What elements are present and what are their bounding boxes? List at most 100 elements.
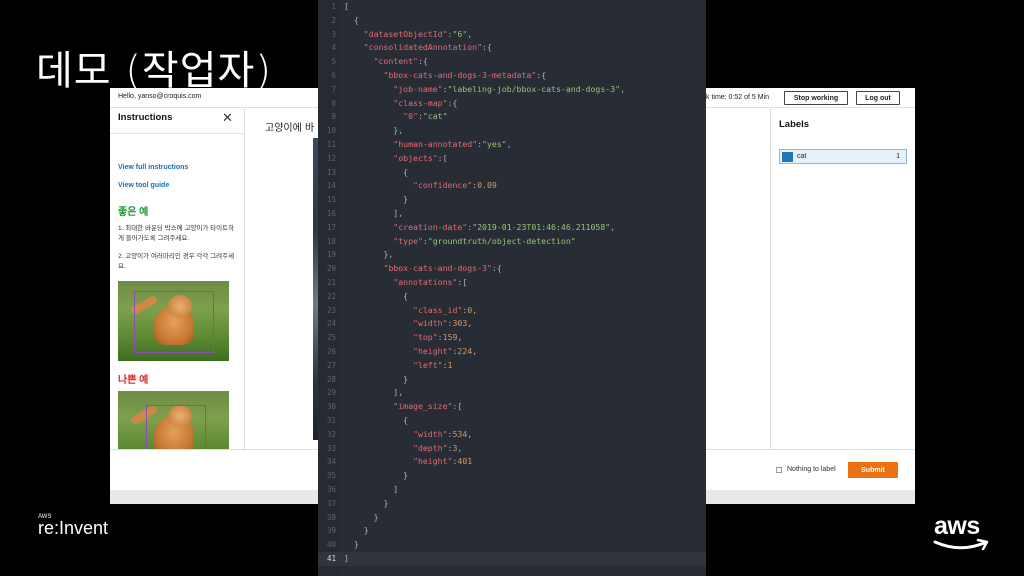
- line-number: 21: [326, 278, 336, 287]
- line-number: 27: [326, 360, 336, 370]
- label-count: 1: [896, 153, 900, 160]
- code-text: "top":159,: [413, 332, 463, 343]
- code-line: 26 "height":224,: [318, 345, 706, 359]
- close-icon[interactable]: ✕: [222, 110, 233, 126]
- nothing-to-label-text: Nothing to label: [787, 466, 836, 473]
- aws-logo-text: aws: [934, 512, 980, 540]
- code-line: 2 {: [318, 14, 706, 28]
- code-text: ],: [393, 208, 404, 218]
- line-number: 23: [326, 305, 336, 315]
- task-time: k time: 0:52 of 5 Min: [706, 94, 770, 101]
- code-text: "annotations":[: [393, 277, 468, 287]
- good-example-heading: 좋은 예: [118, 207, 149, 218]
- line-number: 36: [326, 485, 336, 494]
- aws-smile-icon: [933, 538, 989, 551]
- reinvent-logo: AWS re:Invent: [38, 512, 128, 542]
- code-text: "human-annotated":"yes",: [393, 139, 512, 149]
- code-text: {: [403, 290, 409, 301]
- code-text: "job-name":"labeling-job/bbox-cats-and-d…: [393, 83, 625, 94]
- code-text: }: [363, 525, 369, 536]
- submit-button[interactable]: Submit: [848, 462, 898, 478]
- view-full-instructions-link[interactable]: View full instructions: [118, 164, 188, 171]
- code-text: {: [403, 166, 409, 177]
- line-number: 31: [326, 416, 336, 425]
- bad-example-image: [118, 391, 229, 449]
- line-number: 10: [326, 126, 336, 136]
- label-item-cat[interactable]: cat 1: [779, 149, 907, 164]
- line-number: 8: [331, 98, 336, 108]
- code-line: 16 ],: [318, 207, 706, 221]
- nothing-to-label-checkbox[interactable]: [776, 466, 782, 473]
- code-line: 38 }: [318, 511, 706, 525]
- code-line: 37 }: [318, 497, 706, 511]
- code-line: 18 "type":"groundtruth/object-detection": [318, 235, 706, 249]
- code-line: 27 "left":1: [318, 359, 706, 373]
- bad-example-heading: 나쁜 예: [118, 375, 149, 386]
- log-out-button[interactable]: Log out: [856, 91, 900, 105]
- code-text: "creation-date":"2019-01-23T01:46:46.211…: [393, 221, 616, 232]
- code-text: },: [393, 125, 404, 136]
- code-line: 39 }: [318, 524, 706, 538]
- code-text: "objects":[: [393, 152, 448, 163]
- code-text: {: [353, 14, 359, 25]
- code-text: "image_size":[: [393, 401, 463, 412]
- code-line: 33 "depth":3,: [318, 442, 706, 456]
- line-number: 1: [331, 2, 336, 11]
- code-text: "width":303,: [413, 318, 473, 329]
- labels-panel: Labels cat 1: [770, 109, 915, 449]
- bounding-box: [134, 291, 214, 353]
- code-text: "confidence":0.09: [413, 180, 497, 191]
- line-number: 17: [326, 222, 336, 232]
- aws-logo: aws: [932, 512, 992, 556]
- code-text: [: [344, 1, 349, 11]
- line-number: 28: [326, 374, 336, 384]
- code-text: }: [353, 539, 359, 550]
- bounding-box: [146, 405, 206, 449]
- line-number: 30: [326, 402, 336, 412]
- line-number: 38: [326, 512, 336, 522]
- line-number: 3: [331, 29, 336, 39]
- code-line: 20 "bbox-cats-and-dogs-3":{: [318, 262, 706, 276]
- line-number: 11: [326, 140, 336, 149]
- code-line: 6 "bbox-cats-and-dogs-3-metadata":{: [318, 69, 706, 83]
- code-text: "class_id":0,: [413, 304, 478, 315]
- code-text: "content":{: [373, 56, 428, 67]
- code-text: }: [373, 511, 379, 522]
- code-text: ],: [393, 387, 404, 398]
- code-line: 28 }: [318, 373, 706, 387]
- code-line: 30 "image_size":[: [318, 400, 706, 414]
- line-number: 37: [326, 498, 336, 508]
- line-number: 20: [326, 264, 336, 274]
- instructions-panel: Instructions ✕ View full instructions Vi…: [110, 109, 245, 449]
- code-line: 25 "top":159,: [318, 331, 706, 345]
- code-text: "consolidatedAnnotation":{: [363, 42, 492, 53]
- code-text: ]: [393, 484, 399, 494]
- code-line: 1[: [318, 0, 706, 14]
- code-line: 41]: [318, 552, 706, 566]
- line-number: 34: [326, 457, 336, 467]
- code-line: 8 "class-map":{: [318, 97, 706, 111]
- code-line: 7 "job-name":"labeling-job/bbox-cats-and…: [318, 83, 706, 97]
- view-tool-guide-link[interactable]: View tool guide: [118, 182, 169, 189]
- line-number: 16: [326, 209, 336, 218]
- code-line: 23 "class_id":0,: [318, 304, 706, 318]
- code-text: "class-map":{: [393, 97, 458, 108]
- instructions-title: Instructions: [118, 112, 173, 123]
- code-text: "height":401: [413, 456, 473, 467]
- line-number: 18: [326, 236, 336, 246]
- line-number: 35: [326, 471, 336, 481]
- line-number: 7: [331, 84, 336, 94]
- stop-working-button[interactable]: Stop working: [784, 91, 848, 105]
- line-number: 5: [331, 57, 336, 67]
- nothing-to-label[interactable]: Nothing to label: [776, 466, 836, 473]
- code-line: 11 "human-annotated":"yes",: [318, 138, 706, 152]
- code-line: 12 "objects":[: [318, 152, 706, 166]
- code-line: 32 "width":534,: [318, 428, 706, 442]
- label-name: cat: [797, 153, 807, 160]
- code-text: ]: [344, 553, 349, 563]
- hello-text: Hello, yanso@croquis.com: [118, 93, 202, 100]
- code-line: 22 {: [318, 290, 706, 304]
- code-line: 14 "confidence":0.09: [318, 179, 706, 193]
- code-text: "bbox-cats-and-dogs-3-metadata":{: [383, 70, 547, 80]
- divider: [110, 133, 244, 134]
